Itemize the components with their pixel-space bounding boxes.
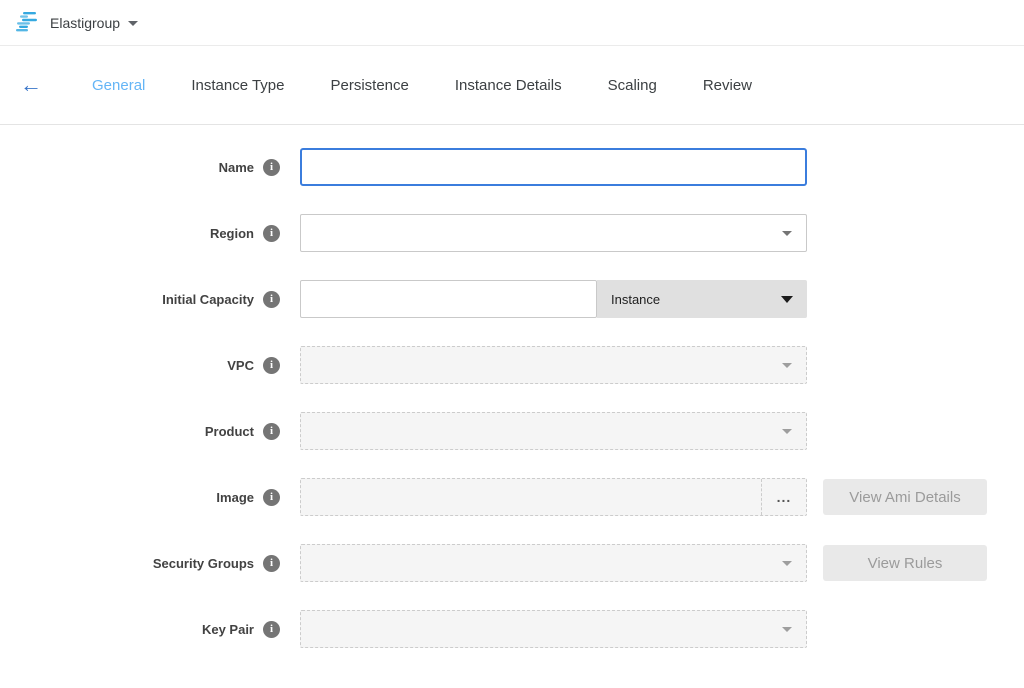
view-ami-details-button[interactable]: View Ami Details [823, 479, 987, 515]
form-row-security-groups: Security Groups i View Rules [0, 544, 1024, 582]
chevron-down-icon [782, 627, 792, 632]
security-groups-label: Security Groups [153, 556, 254, 571]
initial-capacity-label: Initial Capacity [162, 292, 254, 307]
vpc-control [300, 346, 807, 384]
initial-capacity-label-group: Initial Capacity i [0, 291, 280, 308]
key-pair-label: Key Pair [202, 622, 254, 637]
info-icon[interactable]: i [263, 225, 280, 242]
chevron-down-icon [781, 296, 793, 303]
image-input-value [301, 479, 761, 515]
info-icon[interactable]: i [263, 423, 280, 440]
name-label-group: Name i [0, 159, 280, 176]
tab-general[interactable]: General [92, 77, 145, 94]
vpc-label: VPC [227, 358, 254, 373]
form-row-region: Region i [0, 214, 1024, 252]
name-input[interactable] [300, 148, 807, 186]
initial-capacity-control: Instance [300, 280, 807, 318]
region-label: Region [210, 226, 254, 241]
elastigroup-wizard: Elastigroup ← General Instance Type Pers… [0, 0, 1024, 648]
key-pair-select[interactable] [300, 610, 807, 648]
vpc-select[interactable] [300, 346, 807, 384]
info-icon[interactable]: i [263, 357, 280, 374]
view-rules-button[interactable]: View Rules [823, 545, 987, 581]
image-label-group: Image i [0, 489, 280, 506]
initial-capacity-input[interactable] [300, 280, 597, 318]
name-control [300, 148, 807, 186]
region-select[interactable] [300, 214, 807, 252]
image-label: Image [216, 490, 254, 505]
elastigroup-logo-icon[interactable] [14, 11, 40, 34]
key-pair-label-group: Key Pair i [0, 621, 280, 638]
product-switcher[interactable]: Elastigroup [50, 15, 120, 31]
back-button[interactable]: ← [20, 74, 42, 96]
product-select[interactable] [300, 412, 807, 450]
form-row-key-pair: Key Pair i [0, 610, 1024, 648]
wizard-tab-bar: ← General Instance Type Persistence Inst… [0, 46, 1024, 125]
info-icon[interactable]: i [263, 555, 280, 572]
security-groups-label-group: Security Groups i [0, 555, 280, 572]
chevron-down-icon [782, 429, 792, 434]
vpc-label-group: VPC i [0, 357, 280, 374]
general-settings-form: Name i Region i Initial Capacit [0, 125, 1024, 648]
top-bar: Elastigroup [0, 0, 1024, 46]
chevron-down-icon [782, 561, 792, 566]
form-row-initial-capacity: Initial Capacity i Instance [0, 280, 1024, 318]
region-control [300, 214, 807, 252]
product-label: Product [205, 424, 254, 439]
security-groups-select[interactable] [300, 544, 807, 582]
info-icon[interactable]: i [263, 291, 280, 308]
form-row-product: Product i [0, 412, 1024, 450]
image-input[interactable]: ... [300, 478, 807, 516]
chevron-down-icon [782, 231, 792, 236]
info-icon[interactable]: i [263, 159, 280, 176]
info-icon[interactable]: i [263, 489, 280, 506]
product-label-group: Product i [0, 423, 280, 440]
product-control [300, 412, 807, 450]
tab-instance-type[interactable]: Instance Type [191, 77, 284, 94]
wizard-tabs: General Instance Type Persistence Instan… [92, 77, 798, 94]
form-row-name: Name i [0, 148, 1024, 186]
tab-instance-details[interactable]: Instance Details [455, 77, 562, 94]
chevron-down-icon [782, 363, 792, 368]
chevron-down-icon[interactable] [128, 21, 138, 26]
tab-scaling[interactable]: Scaling [608, 77, 657, 94]
security-groups-control [300, 544, 807, 582]
browse-ami-button[interactable]: ... [761, 479, 806, 515]
info-icon[interactable]: i [263, 621, 280, 638]
image-control: ... [300, 478, 807, 516]
form-row-vpc: VPC i [0, 346, 1024, 384]
region-label-group: Region i [0, 225, 280, 242]
capacity-unit-value: Instance [611, 292, 660, 307]
name-label: Name [219, 160, 254, 175]
key-pair-control [300, 610, 807, 648]
tab-persistence[interactable]: Persistence [331, 77, 409, 94]
tab-review[interactable]: Review [703, 77, 752, 94]
form-row-image: Image i ... View Ami Details [0, 478, 1024, 516]
capacity-unit-select[interactable]: Instance [597, 280, 807, 318]
